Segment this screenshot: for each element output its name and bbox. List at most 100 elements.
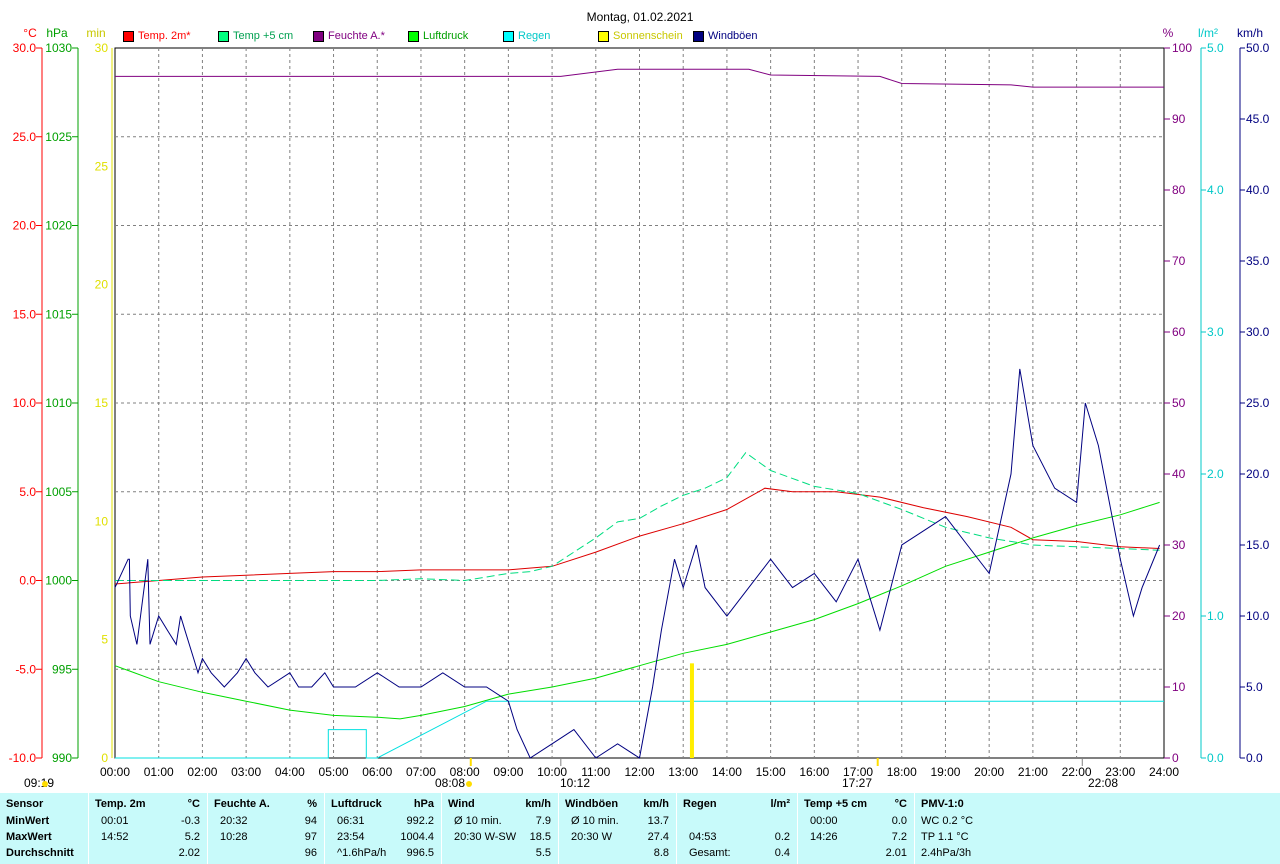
time-tick-label: 20:00 (974, 765, 1004, 779)
stats-unit: % (307, 798, 317, 810)
time-tick-label: 03:00 (231, 765, 261, 779)
pressure-tick-label: 1020 (45, 219, 72, 233)
stats-row-label: MinWert (6, 815, 50, 827)
humidity-tick-label: 50 (1172, 396, 1186, 410)
temp-tick-label: 15.0 (13, 307, 37, 321)
wind-tick-label: 45.0 (1246, 112, 1270, 126)
stats-time: 10:28 (220, 831, 248, 843)
stats-unit: °C (894, 798, 907, 810)
rain-tick-label: 1.0 (1207, 609, 1224, 623)
chart-title: Montag, 01.02.2021 (587, 10, 694, 24)
sunrise-label: 08:08 (435, 776, 465, 790)
legend-label: Temp. 2m* (138, 30, 191, 42)
time-tick-label: 15:00 (756, 765, 786, 779)
time-tick-label: 07:00 (406, 765, 436, 779)
legend-swatch (218, 30, 229, 42)
stats-header: Luftdruck (331, 798, 382, 810)
pressure-tick-label: 1000 (45, 574, 72, 588)
legend-item: Regen (503, 30, 550, 42)
legend-swatch (313, 30, 324, 42)
time-tick-label: 09:00 (493, 765, 523, 779)
humidity-tick-label: 70 (1172, 254, 1186, 268)
stats-time: 00:01 (101, 815, 129, 827)
sun-tick-label: 15 (95, 396, 109, 410)
humidity-tick-label: 0 (1172, 751, 1179, 765)
stats-column: Wind km/h Ø 10 min. 7.9 20:30 W-SW 18.5 5.5 (441, 793, 559, 864)
stats-column: Regen l/m² 04:53 0.2 Gesamt: 0.4 (676, 793, 798, 864)
stats-time: 00:00 (810, 815, 838, 827)
stats-unit: °C (187, 798, 200, 810)
stats-value: 1004.4 (400, 831, 434, 843)
stats-unit: km/h (525, 798, 551, 810)
wind-tick-label: 25.0 (1246, 396, 1270, 410)
humidity-tick-label: 90 (1172, 112, 1186, 126)
humidity-tick-label: 40 (1172, 467, 1186, 481)
temp-tick-label: 0.0 (19, 574, 36, 588)
legend-item: Feuchte A.* (313, 30, 385, 42)
stats-header: Temp +5 cm (804, 798, 868, 810)
stats-value: 94 (304, 815, 317, 827)
stats-header: Wind (448, 798, 475, 810)
rain-tick-label: 3.0 (1207, 325, 1224, 339)
stats-value: 97 (304, 831, 317, 843)
time-tick-label: 13:00 (668, 765, 698, 779)
legend-item: Sonnenschein (598, 30, 683, 42)
time-tick-label: 12:00 (624, 765, 654, 779)
series-line-temp-2m (114, 487, 1160, 585)
time-tick-label: 05:00 (319, 765, 349, 779)
stats-value: WC 0.2 °C (921, 815, 974, 827)
stats-row-label: MaxWert (6, 831, 52, 843)
time-tick-label: 14:00 (712, 765, 742, 779)
temp-tick-label: 25.0 (13, 130, 37, 144)
time-tick-label: 16:00 (799, 765, 829, 779)
legend-swatch (693, 30, 704, 42)
stats-value: TP 1.1 °C (921, 831, 969, 843)
sun-tick-label: 5 (101, 633, 108, 647)
pressure-tick-label: 1010 (45, 396, 72, 410)
stats-time: 04:53 (689, 831, 717, 843)
stats-value: 27.4 (647, 831, 669, 843)
stats-value: 18.5 (529, 831, 551, 843)
legend-swatch (503, 30, 514, 42)
stats-value: 2.4hPa/3h (921, 847, 972, 859)
time-tick-label: 18:00 (887, 765, 917, 779)
stats-unit: hPa (413, 798, 434, 810)
time-tick-label: 21:00 (1018, 765, 1048, 779)
stats-time: 06:31 (337, 815, 365, 827)
rain-tick-label: 2.0 (1207, 467, 1224, 481)
sun-icon (466, 781, 472, 787)
stats-time: 23:54 (337, 831, 365, 843)
stats-value: 992.2 (406, 815, 434, 827)
rain-tick-label: 4.0 (1207, 183, 1224, 197)
stats-time: 20:30 W (571, 831, 612, 843)
legend-label: Sonnenschein (613, 30, 683, 42)
stats-value: 5.5 (535, 847, 551, 859)
moonrise-label: 09:19 (24, 776, 54, 790)
sun-tick-label: 10 (95, 514, 109, 528)
legend-swatch (408, 30, 419, 42)
stats-row-label: Durchschnitt (6, 847, 74, 859)
stats-value: 7.2 (891, 831, 907, 843)
legend-label: Regen (518, 30, 551, 42)
wind-tick-label: 15.0 (1246, 538, 1270, 552)
sun-tick-label: 20 (95, 278, 109, 292)
stats-header: Sensor (6, 798, 44, 810)
sunshine-bar (689, 663, 694, 758)
stats-column: Temp. 2m °C 00:01 -0.3 14:52 5.2 2.02 (88, 793, 208, 864)
temp-tick-label: 20.0 (13, 219, 37, 233)
humidity-tick-label: 80 (1172, 183, 1186, 197)
stats-header: Feuchte A. (214, 798, 270, 810)
stats-value: 7.9 (535, 815, 551, 827)
temp-tick-label: 5.0 (19, 485, 36, 499)
humidity-tick-label: 30 (1172, 538, 1186, 552)
wind-tick-label: 5.0 (1246, 680, 1263, 694)
stats-table: Sensor MinWert MaxWert Durchschnitt Temp. 2m… (0, 793, 1280, 864)
stats-value: 5.2 (184, 831, 200, 843)
stats-column: Sensor MinWert MaxWert Durchschnitt (0, 793, 88, 864)
legend-item: Luftdruck (408, 30, 468, 42)
legend-label: Luftdruck (423, 30, 469, 42)
stats-value: 13.7 (647, 815, 669, 827)
stats-time: Gesamt: (689, 847, 731, 859)
weather-chart: Montag, 01.02.2021°C hPa min% l/m² km/h30.02… (9, 10, 1270, 790)
temp-tick-label: -5.0 (15, 662, 36, 676)
